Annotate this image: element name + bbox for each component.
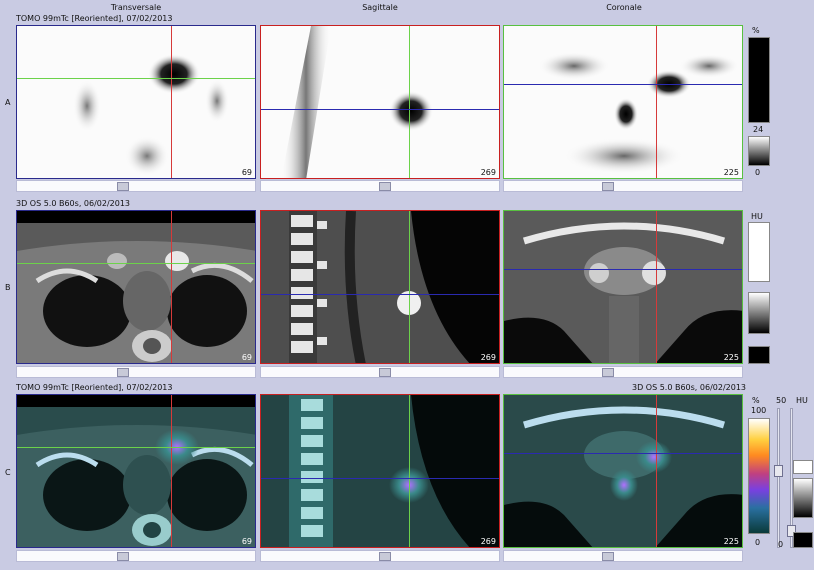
slice-number-coronale: 225	[723, 353, 739, 362]
slider-thumb[interactable]	[379, 552, 391, 561]
slider-thumb[interactable]	[379, 182, 391, 191]
slider-thumb[interactable]	[117, 182, 129, 191]
slider-thumb[interactable]	[602, 368, 614, 377]
colorbar-c-color-gradient[interactable]	[748, 418, 770, 534]
crosshair-horizontal	[17, 263, 255, 264]
colorbar-c-mid-value: 50	[776, 396, 787, 405]
ct-transversale-image	[17, 223, 255, 363]
slider-c-transversale[interactable]	[16, 550, 256, 562]
crosshair-vertical	[656, 26, 657, 178]
slider-thumb[interactable]	[117, 368, 129, 377]
fusion-coronale-image	[504, 395, 742, 547]
panel-b-sagittale[interactable]: 269	[260, 210, 500, 364]
colorbar-b-upper	[748, 222, 770, 282]
slider-c-coronale[interactable]	[503, 550, 743, 562]
opacity-slider-knob[interactable]	[774, 465, 783, 477]
column-title-coronale: Coronale	[606, 3, 642, 12]
slice-number-sagittale: 269	[480, 168, 496, 177]
row-a-letter: A	[5, 98, 11, 107]
colorbar-a-unit: %	[752, 26, 760, 35]
colorbar-c-hu-gradient[interactable]	[793, 478, 813, 518]
crosshair-vertical	[171, 395, 172, 547]
slider-a-transversale[interactable]	[16, 180, 256, 192]
crosshair-horizontal	[504, 84, 742, 85]
slice-number-coronale: 225	[723, 537, 739, 546]
slider-b-coronale[interactable]	[503, 366, 743, 378]
slider-c-sagittale[interactable]	[260, 550, 500, 562]
slider-b-sagittale[interactable]	[260, 366, 500, 378]
colorbar-c-hu-lower	[793, 532, 813, 548]
opacity-slider-track[interactable]	[777, 408, 780, 548]
colorbar-c-hu-unit: HU	[796, 396, 808, 405]
crosshair-horizontal	[17, 78, 255, 79]
slider-a-sagittale[interactable]	[260, 180, 500, 192]
fusion-sagittale-image	[261, 395, 499, 547]
panel-c-coronale[interactable]: 225	[503, 394, 743, 548]
ct-sagittale-image	[261, 211, 499, 363]
colorbar-a-gradient[interactable]	[748, 136, 770, 166]
crosshair-vertical	[409, 395, 410, 547]
crosshair-horizontal	[504, 453, 742, 454]
crosshair-horizontal	[504, 269, 742, 270]
column-title-sagittale: Sagittale	[362, 3, 398, 12]
slider-thumb[interactable]	[379, 368, 391, 377]
row-c-header-left: TOMO 99mTc [Reoriented], 07/02/2013	[16, 383, 173, 392]
crosshair-horizontal	[261, 478, 499, 479]
crosshair-vertical	[656, 395, 657, 547]
spect-coronale-image	[538, 52, 739, 174]
spect-transversale-image	[73, 54, 229, 176]
crosshair-vertical	[409, 211, 410, 363]
slider-thumb[interactable]	[602, 552, 614, 561]
colorbar-a-min: 0	[755, 168, 761, 177]
colorbar-a-max: 24	[753, 125, 764, 134]
colorbar-c-pct-max: 100	[751, 406, 767, 415]
crosshair-vertical	[409, 26, 410, 178]
slice-number-sagittale: 269	[480, 353, 496, 362]
colorbar-b-unit: HU	[751, 212, 763, 221]
crosshair-vertical	[656, 211, 657, 363]
crosshair-vertical	[171, 26, 172, 178]
slider-a-coronale[interactable]	[503, 180, 743, 192]
slice-number-transversale: 69	[241, 537, 252, 546]
slider-thumb[interactable]	[602, 182, 614, 191]
ct-coronale-image	[504, 211, 742, 363]
colorbar-c-pct-min: 0	[755, 538, 761, 547]
crosshair-vertical	[171, 211, 172, 363]
row-c-header-right: 3D OS 5.0 B60s, 06/02/2013	[631, 383, 746, 392]
colorbar-c-hu-min: 0	[778, 540, 784, 549]
colorbar-a-upper	[748, 37, 770, 123]
panel-a-coronale[interactable]: 225	[503, 25, 743, 179]
colorbar-b-lower	[748, 346, 770, 364]
panel-a-transversale[interactable]: 69	[16, 25, 256, 179]
panel-c-sagittale[interactable]: 269	[260, 394, 500, 548]
row-b-header: 3D OS 5.0 B60s, 06/02/2013	[16, 199, 131, 208]
panel-b-coronale[interactable]: 225	[503, 210, 743, 364]
row-a-header: TOMO 99mTc [Reoriented], 07/02/2013	[16, 14, 173, 23]
panel-a-sagittale[interactable]: 269	[260, 25, 500, 179]
slice-number-transversale: 69	[241, 353, 252, 362]
column-title-transversale: Transversale	[110, 3, 162, 12]
slider-thumb[interactable]	[117, 552, 129, 561]
row-b-letter: B	[5, 283, 11, 292]
slice-number-sagittale: 269	[480, 537, 496, 546]
colorbar-c-hu-upper	[793, 460, 813, 474]
fusion-transversale-image	[17, 407, 255, 547]
panel-c-transversale[interactable]: 69	[16, 394, 256, 548]
crosshair-horizontal	[17, 447, 255, 448]
row-c-letter: C	[5, 468, 11, 477]
panel-b-transversale[interactable]: 69	[16, 210, 256, 364]
slice-number-coronale: 225	[723, 168, 739, 177]
spect-sagittale-image	[281, 26, 433, 178]
slider-b-transversale[interactable]	[16, 366, 256, 378]
slice-number-transversale: 69	[241, 168, 252, 177]
colorbar-c-pct-unit: %	[752, 396, 760, 405]
crosshair-horizontal	[261, 294, 499, 295]
crosshair-horizontal	[261, 109, 499, 110]
colorbar-b-gradient[interactable]	[748, 292, 770, 334]
